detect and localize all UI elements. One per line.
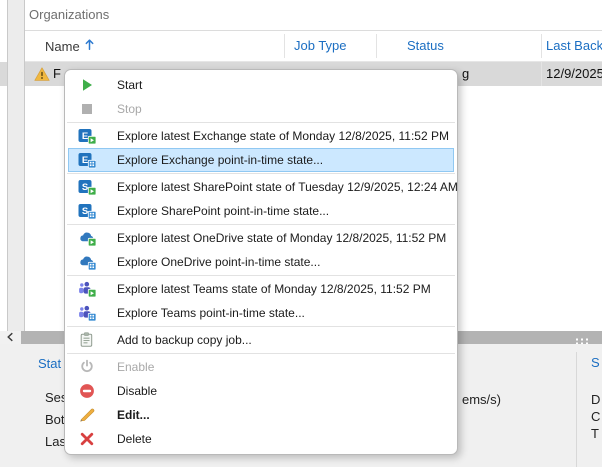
menu-item-explore-teams-point-in-time[interactable]: Explore Teams point-in-time state... [68,301,454,325]
menu-item-edit[interactable]: Edit... [68,403,454,427]
teams-latest-icon [78,280,96,298]
menu-item-start[interactable]: Start [68,73,454,97]
right-section-header-fragment: S [591,355,600,370]
svg-text:E: E [82,155,88,166]
menu-separator [67,353,455,354]
left-edge-panel [0,0,7,331]
onedrive-pit-icon [78,253,96,271]
sharepoint-latest-icon: S [78,178,96,196]
rate-value-fragment: ems/s) [462,392,501,407]
row-last-backup-value: 12/9/2025 [546,66,602,81]
column-separator[interactable] [284,34,285,58]
scroll-left-button[interactable] [0,331,20,344]
menu-separator [67,275,455,276]
menu-separator [67,122,455,123]
stop-icon [78,100,96,118]
menu-item-enable: Enable [68,355,454,379]
column-separator[interactable] [376,34,377,58]
onedrive-latest-icon [78,229,96,247]
right-label-fragment: C [591,409,600,424]
column-header-status[interactable]: Status [407,38,444,53]
grid-header-row: Name Job Type Status Last Backup [25,30,602,62]
column-header-last-backup[interactable]: Last Backup [546,38,602,53]
sharepoint-pit-icon: S [78,202,96,220]
backup-copy-icon [78,331,96,349]
column-header-name[interactable]: Name [45,38,95,54]
left-gutter-strip [7,0,24,331]
panel-divider [576,352,577,467]
left-section-header-fragment: Stat [38,356,61,371]
column-separator [541,62,542,86]
disable-icon [78,382,96,400]
delete-icon [78,430,96,448]
menu-item-explore-exchange-point-in-time[interactable]: E Explore Exchange point-in-time state..… [68,148,454,172]
menu-item-explore-onedrive-point-in-time[interactable]: Explore OneDrive point-in-time state... [68,250,454,274]
row-name-fragment: F [53,66,61,81]
start-icon [78,76,96,94]
menu-item-stop: Stop [68,97,454,121]
row-status-fragment: g [462,66,469,81]
menu-separator [67,173,455,174]
exchange-latest-icon: E [78,127,96,145]
menu-item-explore-latest-teams[interactable]: Explore latest Teams state of Monday 12/… [68,277,454,301]
left-edge-selection [0,62,7,86]
right-label-fragment: T [591,426,599,441]
menu-item-explore-latest-onedrive[interactable]: Explore latest OneDrive state of Monday … [68,226,454,250]
grip-dots-icon[interactable] [575,333,591,342]
menu-item-disable[interactable]: Disable [68,379,454,403]
svg-text:S: S [82,206,88,217]
menu-item-explore-latest-exchange[interactable]: E Explore latest Exchange state of Monda… [68,124,454,148]
menu-item-explore-sharepoint-point-in-time[interactable]: S Explore SharePoint point-in-time state… [68,199,454,223]
menu-separator [67,224,455,225]
exchange-pit-icon: E [78,151,96,169]
menu-separator [67,326,455,327]
enable-icon [78,358,96,376]
sort-asc-icon [84,38,95,54]
svg-text:S: S [82,182,88,193]
panel-tab-bar: Organizations [25,0,602,31]
svg-text:E: E [82,131,88,142]
teams-pit-icon [78,304,96,322]
menu-item-delete[interactable]: Delete [68,427,454,451]
warning-icon [34,66,50,82]
right-label-fragment: D [591,392,600,407]
context-menu: Start Stop E Explore latest Exchange sta… [64,69,458,455]
edit-icon [78,406,96,424]
menu-item-add-to-backup-copy-job[interactable]: Add to backup copy job... [68,328,454,352]
panel-title: Organizations [29,7,109,22]
menu-item-explore-latest-sharepoint[interactable]: S Explore latest SharePoint state of Tue… [68,175,454,199]
column-separator[interactable] [541,34,542,58]
column-header-job-type[interactable]: Job Type [294,38,347,53]
veeam-console-window: Organizations Name Job Type Status Last … [0,0,602,467]
context-menu-list: Start Stop E Explore latest Exchange sta… [65,73,457,451]
